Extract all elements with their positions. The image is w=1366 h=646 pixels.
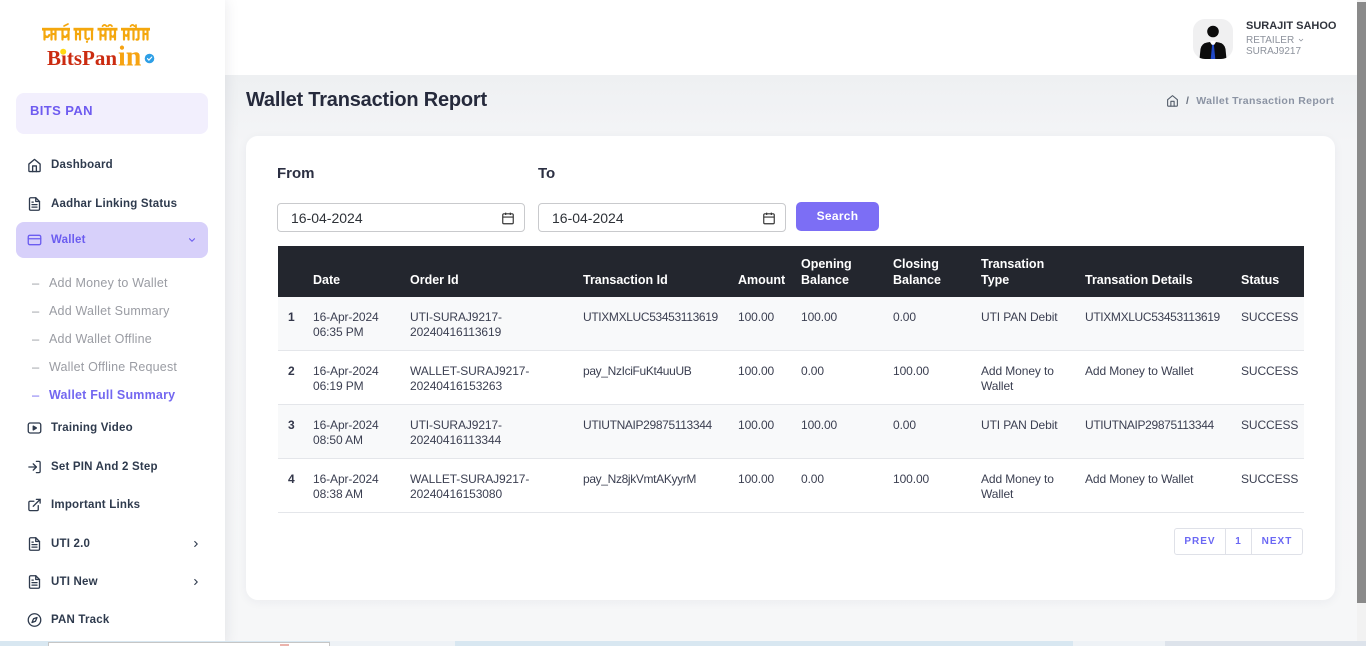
svg-text:BitsPan: BitsPan <box>47 46 117 70</box>
svg-text:in: in <box>118 42 142 73</box>
